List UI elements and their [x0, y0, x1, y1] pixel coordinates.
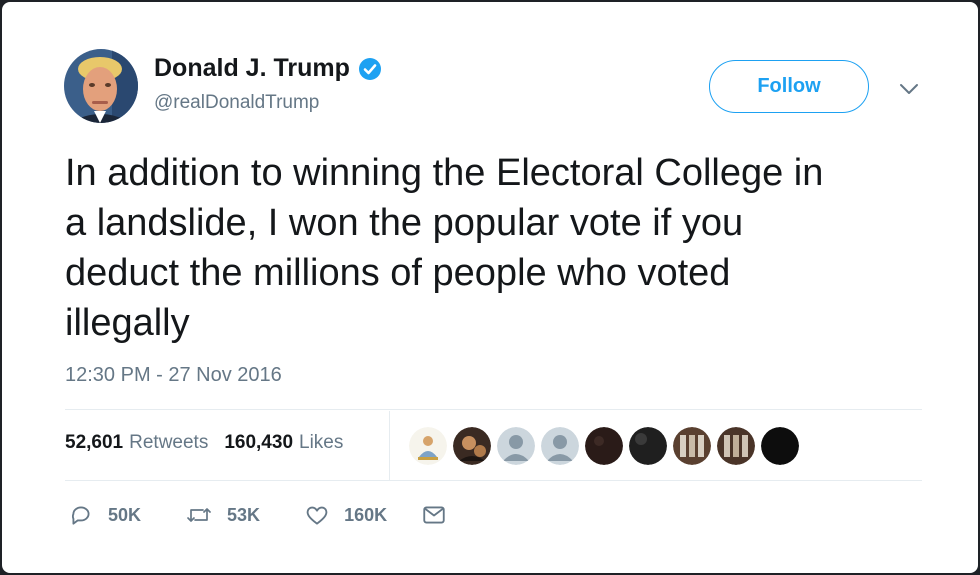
likes-count: 160,430 — [224, 432, 294, 453]
tweet-actions: 50K 53K 160K — [68, 502, 447, 528]
stats-separator — [389, 411, 390, 481]
verified-badge-icon — [358, 57, 382, 81]
direct-message-button[interactable] — [421, 502, 447, 528]
tweet-card: Donald J. Trump @realDonaldTrump Follow … — [2, 2, 978, 573]
retweets-label: Retweets — [129, 432, 209, 453]
retweets-count: 52,601 — [65, 432, 124, 453]
envelope-icon — [421, 502, 447, 528]
liker-avatar[interactable] — [761, 427, 799, 465]
follow-button[interactable]: Follow — [709, 60, 869, 113]
liker-avatar[interactable] — [673, 427, 711, 465]
chevron-down-icon[interactable] — [898, 78, 920, 100]
liker-avatar[interactable] — [585, 427, 623, 465]
retweet-count: 53K — [227, 504, 261, 525]
like-count: 160K — [344, 504, 388, 525]
tweet-stats: 52,601 Retweets 160,430 Likes — [65, 432, 343, 454]
author-name[interactable]: Donald J. Trump — [154, 54, 350, 83]
retweets-stat[interactable]: 52,601 Retweets — [65, 432, 208, 454]
reply-count: 50K — [108, 504, 142, 525]
liker-avatar[interactable] — [541, 427, 579, 465]
tweet-text-line: deduct the millions of people who voted — [65, 252, 731, 294]
likes-label: Likes — [299, 432, 344, 453]
likes-stat[interactable]: 160,430 Likes — [224, 432, 343, 454]
author-name-row: Donald J. Trump — [154, 54, 382, 83]
stats-bottom-divider — [65, 480, 922, 481]
liker-avatar[interactable] — [497, 427, 535, 465]
tweet-timestamp[interactable]: 12:30 PM - 27 Nov 2016 — [65, 364, 282, 387]
tweet-text-line: In addition to winning the Electoral Col… — [65, 152, 824, 194]
like-button[interactable]: 160K — [304, 502, 387, 528]
heart-icon — [304, 502, 330, 528]
tweet-text-line: a landslide, I won the popular vote if y… — [65, 202, 744, 244]
reply-icon — [68, 502, 94, 528]
author-handle[interactable]: @realDonaldTrump — [154, 92, 319, 114]
liker-avatar[interactable] — [629, 427, 667, 465]
tweet-text-line: illegally — [65, 302, 190, 344]
author-avatar[interactable] — [64, 49, 138, 123]
tweet-text: In addition to winning the Electoral Col… — [65, 148, 945, 348]
retweet-button[interactable]: 53K — [185, 502, 260, 528]
liker-avatar[interactable] — [717, 427, 755, 465]
stats-top-divider — [65, 409, 922, 410]
liker-avatar[interactable] — [409, 427, 447, 465]
reply-button[interactable]: 50K — [68, 502, 141, 528]
retweet-icon — [185, 502, 213, 528]
liker-avatar[interactable] — [453, 427, 491, 465]
